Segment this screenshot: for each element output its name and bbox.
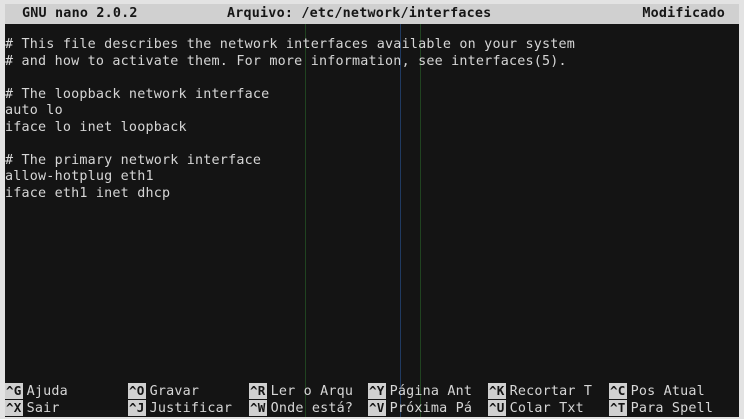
editor-line[interactable]: iface lo inet loopback: [5, 120, 739, 137]
shortcut-bar: ^G Ajuda ^O Gravar ^R Ler o Arqu ^Y Página A…: [5, 383, 739, 417]
shortcut-key: ^J: [128, 400, 146, 416]
nano-title-bar: GNU nano 2.0.2 Arquivo: /etc/network/int…: [5, 4, 739, 24]
shortcut-exit[interactable]: ^X Sair: [5, 400, 60, 416]
editor-line[interactable]: # and how to activate them. For more inf…: [5, 54, 739, 71]
shortcut-read-file[interactable]: ^R Ler o Arqu: [249, 383, 353, 399]
editor-line[interactable]: # The primary network interface: [5, 153, 739, 170]
editor-line[interactable]: # This file describes the network interf…: [5, 37, 739, 54]
shortcut-key: ^V: [368, 400, 386, 416]
editor-text-area[interactable]: # This file describes the network interf…: [5, 37, 739, 202]
shortcut-label: Ler o Arqu: [270, 384, 354, 399]
shortcut-key: ^R: [249, 383, 267, 399]
shortcut-label: Colar Txt: [509, 401, 584, 416]
editor-line[interactable]: [5, 70, 739, 87]
shortcut-label: Justificar: [149, 401, 233, 416]
shortcut-label: Pos Atual: [630, 384, 705, 399]
shortcut-key: ^C: [609, 383, 627, 399]
editor-line[interactable]: # The loopback network interface: [5, 87, 739, 104]
shortcut-label: Página Ant: [389, 384, 473, 399]
shortcut-label: Para Spell: [630, 401, 714, 416]
shortcut-label: Próxima Pá: [389, 401, 473, 416]
shortcut-justify[interactable]: ^J Justificar: [128, 400, 232, 416]
shortcut-key: ^K: [488, 383, 506, 399]
shortcut-spell[interactable]: ^T Para Spell: [609, 400, 713, 416]
editor-line[interactable]: [5, 136, 739, 153]
shortcut-key: ^O: [128, 383, 146, 399]
shortcut-cut-text[interactable]: ^K Recortar T: [488, 383, 592, 399]
shortcut-key: ^Y: [368, 383, 386, 399]
shortcut-label: Sair: [26, 401, 60, 416]
shortcut-save[interactable]: ^O Gravar: [128, 383, 199, 399]
shortcut-key: ^G: [5, 383, 23, 399]
shortcut-key: ^U: [488, 400, 506, 416]
shortcut-paste-text[interactable]: ^U Colar Txt: [488, 400, 584, 416]
shortcut-help[interactable]: ^G Ajuda: [5, 383, 68, 399]
file-path: Arquivo: /etc/network/interfaces: [227, 6, 492, 21]
shortcut-key: ^X: [5, 400, 23, 416]
shortcut-label: Recortar T: [509, 384, 593, 399]
shortcut-key: ^W: [249, 400, 267, 416]
program-version: GNU nano 2.0.2: [22, 6, 138, 21]
shortcut-where-is[interactable]: ^W Onde está?: [249, 400, 353, 416]
shortcut-next-page[interactable]: ^V Próxima Pá: [368, 400, 472, 416]
shortcut-key: ^T: [609, 400, 627, 416]
terminal-screen: GNU nano 2.0.2 Arquivo: /etc/network/int…: [5, 4, 739, 417]
editor-line[interactable]: iface eth1 inet dhcp: [5, 186, 739, 203]
shortcut-label: Ajuda: [26, 384, 68, 399]
shortcut-label: Onde está?: [270, 401, 354, 416]
shortcut-label: Gravar: [149, 384, 200, 399]
shortcut-cur-pos[interactable]: ^C Pos Atual: [609, 383, 705, 399]
editor-line[interactable]: auto lo: [5, 103, 739, 120]
modified-status: Modificado: [642, 6, 725, 21]
editor-line[interactable]: allow-hotplug eth1: [5, 169, 739, 186]
shortcut-prev-page[interactable]: ^Y Página Ant: [368, 383, 472, 399]
